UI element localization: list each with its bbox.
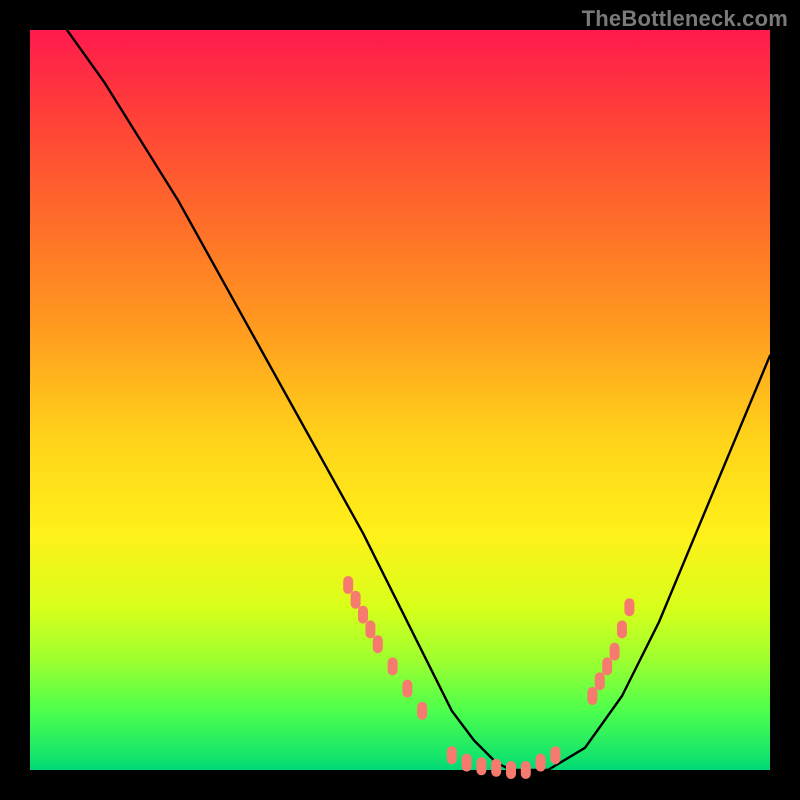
- dot: [351, 591, 361, 609]
- dot: [587, 687, 597, 705]
- highlight-dots-left: [343, 576, 427, 720]
- dot: [506, 761, 516, 779]
- dot: [447, 746, 457, 764]
- dot: [536, 754, 546, 772]
- dot: [402, 680, 412, 698]
- dot: [521, 761, 531, 779]
- dot: [595, 672, 605, 690]
- dot: [365, 620, 375, 638]
- watermark-text: TheBottleneck.com: [582, 6, 788, 32]
- dot: [617, 620, 627, 638]
- dot: [388, 657, 398, 675]
- dot: [610, 643, 620, 661]
- dot: [476, 757, 486, 775]
- dot: [491, 759, 501, 777]
- dot: [462, 754, 472, 772]
- dot: [602, 657, 612, 675]
- highlight-dots-right: [587, 598, 634, 705]
- dot: [343, 576, 353, 594]
- bottleneck-curve: [67, 30, 770, 770]
- dot: [624, 598, 634, 616]
- plot-area: [30, 30, 770, 770]
- dot: [417, 702, 427, 720]
- curve-svg: [30, 30, 770, 770]
- chart-stage: TheBottleneck.com: [0, 0, 800, 800]
- dot: [373, 635, 383, 653]
- highlight-dots-bottom: [447, 746, 561, 779]
- dot: [358, 606, 368, 624]
- dot: [550, 746, 560, 764]
